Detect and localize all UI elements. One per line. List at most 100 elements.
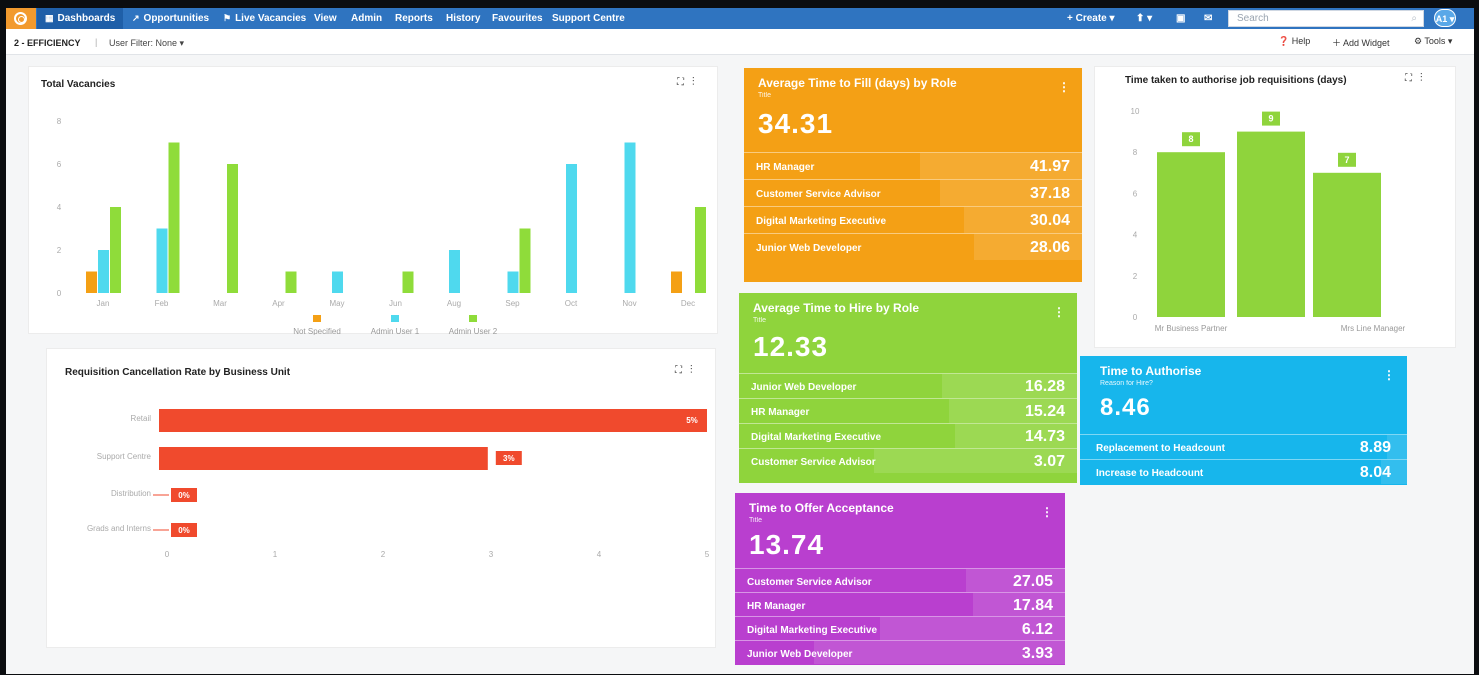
kpi-row: Customer Service Advisor 37.18 [744,179,1082,206]
y-tick-label: 8 [57,117,62,126]
kpi-row: HR Manager 17.84 [735,592,1065,616]
x-tick-label: Apr [272,299,285,308]
total-vacancies-chart: 0 2 4 6 8 Jan Feb Mar Apr May Jun Aug Sep Oct Nov Dec No… [57,117,706,335]
bar [449,250,460,293]
kpi-row: HR Manager 15.24 [739,398,1077,423]
x-tick-label: 4 [597,550,602,559]
y-tick-label: 6 [1133,189,1138,198]
y-tick-label: 4 [1133,231,1138,240]
upload-button[interactable]: ⬆ ▾ [1136,8,1152,29]
x-tick-label: 2 [381,550,386,559]
kpi-row: Increase to Headcount 8.04 [1080,459,1407,484]
kpi-subtitle: Title [749,517,762,524]
kpi-value: 8.46 [1100,394,1151,421]
dashboard-screen: ▦ Dashboards ↗ Opportunities ⚑ Live Vacanci… [6,8,1474,674]
more-icon[interactable]: ⋮ [1041,505,1053,519]
bar [1237,131,1305,317]
kpi-title: Time to Offer Acceptance [749,501,894,515]
kpi-time-to-offer: Time to Offer Acceptance Title ⋮ 13.74 C… [735,493,1065,665]
bar [285,271,297,293]
legend-swatch [313,315,321,322]
nav-reports[interactable]: Reports [395,8,433,29]
kpi-value: 13.74 [749,529,825,560]
y-tick-label: 0 [57,289,62,298]
flag-icon: ⚑ [223,13,232,23]
help-button[interactable]: ❓ Help [1278,36,1310,47]
category-label: Retail [131,414,152,423]
nav-dashboards[interactable]: ▦ Dashboards [37,8,124,29]
bar [566,164,577,293]
x-tick-label: 3 [489,550,494,559]
nav-support-centre[interactable]: Support Centre [552,8,625,29]
logo-icon [14,12,27,25]
more-icon[interactable]: ⋮ [1053,305,1065,319]
category-label: Distribution [111,489,151,498]
legend-label: Admin User 1 [371,327,420,335]
value-label: 8 [1188,134,1193,144]
nav-view[interactable]: View [314,8,337,29]
x-tick-label: Mar [213,299,227,308]
y-tick-label: 2 [1133,272,1138,281]
kpi-value: 12.33 [753,331,829,362]
bar [332,271,343,293]
nav-opportunities[interactable]: ↗ Opportunities [128,8,213,29]
bar [156,228,168,293]
x-tick-label: 5 [705,550,710,559]
dashboard-toolbar: 2 - EFFICIENCY | User Filter: None ▾ ❓ H… [6,29,1474,55]
kpi-subtitle: Reason for Hire? [1100,380,1153,387]
x-tick-label: May [329,299,344,308]
bar [507,271,519,293]
x-tick-label: Nov [622,299,636,308]
calendar-icon[interactable]: ▣ [1176,8,1185,29]
mail-icon[interactable]: ✉ [1204,8,1212,29]
bar [402,271,414,293]
avatar[interactable]: A1 ▾ [1434,9,1456,27]
y-tick-label: 10 [1131,107,1140,116]
x-tick-label: Jan [97,299,110,308]
kpi-time-to-hire: Average Time to Hire by Role Title ⋮ 12.… [739,293,1077,483]
kpi-row: Junior Web Developer 3.93 [735,640,1065,664]
x-tick-label: Jun [389,299,402,308]
kpi-subtitle: Title [758,92,771,99]
value-label: 9 [1268,114,1273,124]
x-tick-label: Sep [505,299,520,308]
kpi-row: Junior Web Developer 28.06 [744,233,1082,260]
kpi-row: HR Manager 41.97 [744,152,1082,179]
kpi-row: Digital Marketing Executive 6.12 [735,616,1065,640]
search-icon: ⌕ [1411,13,1417,24]
add-widget-button[interactable]: ＋ Add Widget [1332,36,1390,49]
nav-live-vacancies[interactable]: ⚑ Live Vacancies [219,8,310,29]
bar [519,228,531,293]
cancellation-chart: Retail 5% Support Centre 3% Distribution 0% Gr… [87,409,710,559]
nav-history[interactable]: History [446,8,480,29]
dashboard-name: 2 - EFFICIENCY [14,38,81,48]
x-tick-label: 1 [273,550,278,559]
x-tick-label: Feb [155,299,169,308]
legend-label: Not Specified [293,327,341,335]
gear-icon: ⚙ [1414,36,1425,46]
bar [159,447,488,470]
create-button[interactable]: + Create ▾ [1067,8,1115,29]
total-vacancies-card: Total Vacancies ⛶⋮ 0 2 4 6 8 Jan Feb Mar Apr May J… [28,66,718,335]
y-tick-label: 2 [57,246,62,255]
legend-swatch [469,315,477,322]
kpi-row: Customer Service Advisor 27.05 [735,568,1065,592]
nav-admin[interactable]: Admin [351,8,382,29]
kpi-row: Digital Marketing Executive 14.73 [739,423,1077,448]
bar [168,142,180,293]
y-tick-label: 8 [1133,148,1138,157]
user-filter-dropdown[interactable]: User Filter: None ▾ [109,38,184,49]
kpi-time-to-authorise: Time to Authorise Reason for Hire? ⋮ 8.4… [1080,356,1407,485]
help-icon: ❓ [1278,36,1292,46]
grid-icon: ▦ [45,13,54,23]
search-input[interactable]: Search ⌕ [1228,10,1424,27]
app-logo[interactable] [6,8,36,29]
authorise-chart: 0 2 4 6 8 10 8 Mr Business Partner 9 7 Mrs Line Ma… [1131,107,1406,333]
kpi-row: Customer Service Advisor 3.07 [739,448,1077,473]
more-icon[interactable]: ⋮ [1383,368,1395,382]
kpi-subtitle: Title [753,317,766,324]
nav-favourites[interactable]: Favourites [492,8,543,29]
more-icon[interactable]: ⋮ [1058,80,1070,94]
value-label: 0% [178,526,190,535]
tools-button[interactable]: ⚙ Tools ▾ [1414,36,1452,47]
